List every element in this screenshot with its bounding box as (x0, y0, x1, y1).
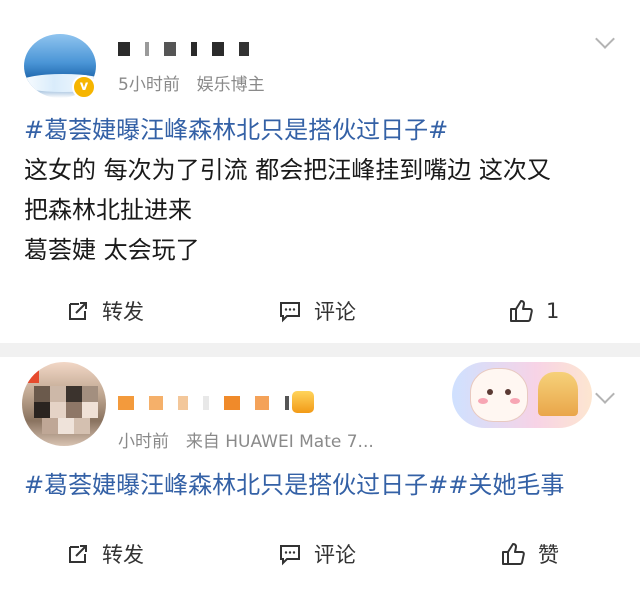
post-card-1: v 5小时前 娱乐博主 #葛荟婕曝汪峰森林北只是搭伙过日子# 这女的 每次为了引… (0, 0, 640, 343)
chevron-down-icon[interactable] (595, 384, 615, 404)
like-button[interactable]: 1 (508, 291, 559, 331)
member-crown-icon (292, 391, 314, 413)
topic-hashtag-2[interactable]: #关她毛事 (448, 471, 564, 499)
like-count: 1 (546, 299, 560, 323)
thumbs-up-icon (502, 543, 525, 565)
user-avatar[interactable] (22, 362, 106, 446)
repost-icon (69, 302, 87, 320)
comment-button[interactable]: 评论 (278, 534, 356, 574)
chevron-down-icon[interactable] (595, 29, 615, 49)
thumbs-up-icon (510, 300, 533, 322)
comment-label: 评论 (314, 543, 356, 567)
post-time: 5小时前 (118, 75, 180, 95)
topic-hashtag[interactable]: #葛荟婕曝汪峰森林北只是搭伙过日子# (24, 110, 624, 150)
post-source: 娱乐博主 (196, 75, 265, 95)
content-line-2: 把森林北扯进来 (24, 196, 192, 224)
action-bar: 转发 评论 赞 (0, 534, 640, 574)
post-time: 小时前 (118, 432, 169, 452)
comment-icon (280, 545, 300, 566)
repost-label: 转发 (102, 543, 144, 567)
repost-button[interactable]: 转发 (66, 534, 144, 574)
comment-icon (280, 302, 300, 323)
repost-label: 转发 (102, 300, 144, 324)
post-content: #葛荟婕曝汪峰森林北只是搭伙过日子##关她毛事 (24, 465, 624, 505)
post-content: #葛荟婕曝汪峰森林北只是搭伙过日子# 这女的 每次为了引流 都会把汪峰挂到嘴边 … (24, 110, 624, 270)
topic-hashtag[interactable]: #葛荟婕曝汪峰森林北只是搭伙过日子# (24, 471, 448, 499)
content-line-1: 这女的 每次为了引流 都会把汪峰挂到嘴边 这次又 (24, 156, 551, 184)
comment-label: 评论 (314, 300, 356, 324)
sticker-decoration (452, 362, 592, 428)
repost-button[interactable]: 转发 (66, 291, 144, 331)
content-line-3: 葛荟婕 太会玩了 (24, 236, 200, 264)
like-label: 赞 (538, 543, 559, 567)
comment-button[interactable]: 评论 (278, 291, 356, 331)
post-source: 来自 HUAWEI Mate 7... (185, 432, 374, 452)
verified-badge-icon: v (72, 75, 96, 99)
username-blurred[interactable] (118, 396, 299, 410)
action-bar: 转发 评论 1 (0, 291, 640, 331)
username-blurred[interactable] (118, 42, 259, 56)
repost-icon (69, 545, 87, 563)
like-button[interactable]: 赞 (500, 534, 559, 574)
